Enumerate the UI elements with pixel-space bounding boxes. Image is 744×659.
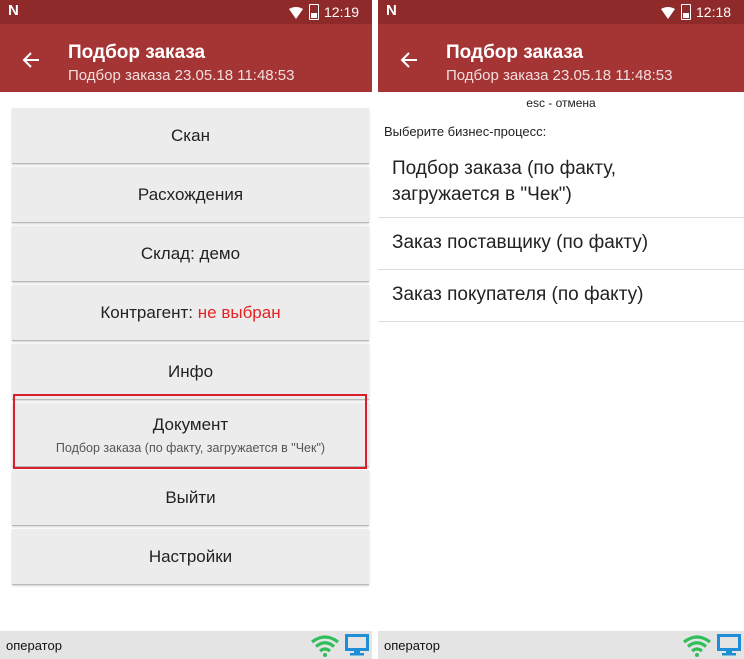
right-screen: N 12:18 Подбор заказа Подбор заказа 23.0…	[378, 0, 744, 659]
process-prompt: Выберите бизнес-процесс:	[384, 124, 547, 139]
document-subtitle: Подбор заказа (по факту, загружается в "…	[55, 440, 326, 455]
document-button[interactable]: Документ Подбор заказа (по факту, загруж…	[12, 403, 369, 467]
back-arrow-icon[interactable]	[22, 52, 40, 68]
wifi-green-icon	[311, 635, 339, 657]
exit-button[interactable]: Выйти	[12, 470, 369, 526]
page-title: Подбор заказа	[446, 42, 584, 63]
status-clock: 12:19	[324, 4, 360, 20]
contractor-button[interactable]: Контрагент: не выбран	[12, 285, 369, 341]
process-item-customer-order[interactable]: Заказ покупателя (по факту)	[378, 270, 744, 322]
info-button[interactable]: Инфо	[12, 344, 369, 400]
status-bar: N 12:19	[0, 0, 372, 24]
footer-bar: оператор	[378, 631, 744, 659]
status-bar: N 12:18	[378, 0, 744, 24]
wifi-green-icon	[683, 635, 711, 657]
notification-n-icon: N	[8, 2, 19, 19]
status-clock: 12:18	[696, 4, 732, 20]
document-title: Документ	[152, 414, 229, 434]
wifi-icon	[289, 7, 303, 19]
contractor-label: Контрагент:	[100, 302, 194, 322]
back-arrow-icon[interactable]	[400, 52, 418, 68]
process-item-supplier-order[interactable]: Заказ поставщику (по факту)	[378, 218, 744, 270]
main-menu: Скан Расхождения Склад: демо Контрагент:…	[12, 108, 369, 588]
process-item-order-picking[interactable]: Подбор заказа (по факту, загружается в "…	[378, 148, 744, 218]
page-title: Подбор заказа	[68, 42, 206, 63]
operator-label: оператор	[6, 638, 62, 653]
app-bar: Подбор заказа Подбор заказа 23.05.18 11:…	[378, 24, 744, 92]
battery-icon	[309, 4, 319, 20]
page-subtitle: Подбор заказа 23.05.18 11:48:53	[68, 67, 295, 84]
battery-icon	[681, 4, 691, 20]
left-screen: N 12:19 Подбор заказа Подбор заказа 23.0…	[0, 0, 372, 659]
monitor-icon	[345, 634, 369, 656]
operator-label: оператор	[384, 638, 440, 653]
page-subtitle: Подбор заказа 23.05.18 11:48:53	[446, 67, 673, 84]
wifi-icon	[661, 7, 675, 19]
app-bar: Подбор заказа Подбор заказа 23.05.18 11:…	[0, 24, 372, 92]
process-list: Подбор заказа (по факту, загружается в "…	[378, 148, 744, 322]
warehouse-button[interactable]: Склад: демо	[12, 226, 369, 282]
notification-n-icon: N	[386, 2, 397, 19]
settings-button[interactable]: Настройки	[12, 529, 369, 585]
scan-button[interactable]: Скан	[12, 108, 369, 164]
discrepancies-button[interactable]: Расхождения	[12, 167, 369, 223]
monitor-icon	[717, 634, 741, 656]
footer-bar: оператор	[0, 631, 372, 659]
esc-hint: esc - отмена	[526, 96, 596, 110]
contractor-value: не выбран	[197, 302, 281, 322]
